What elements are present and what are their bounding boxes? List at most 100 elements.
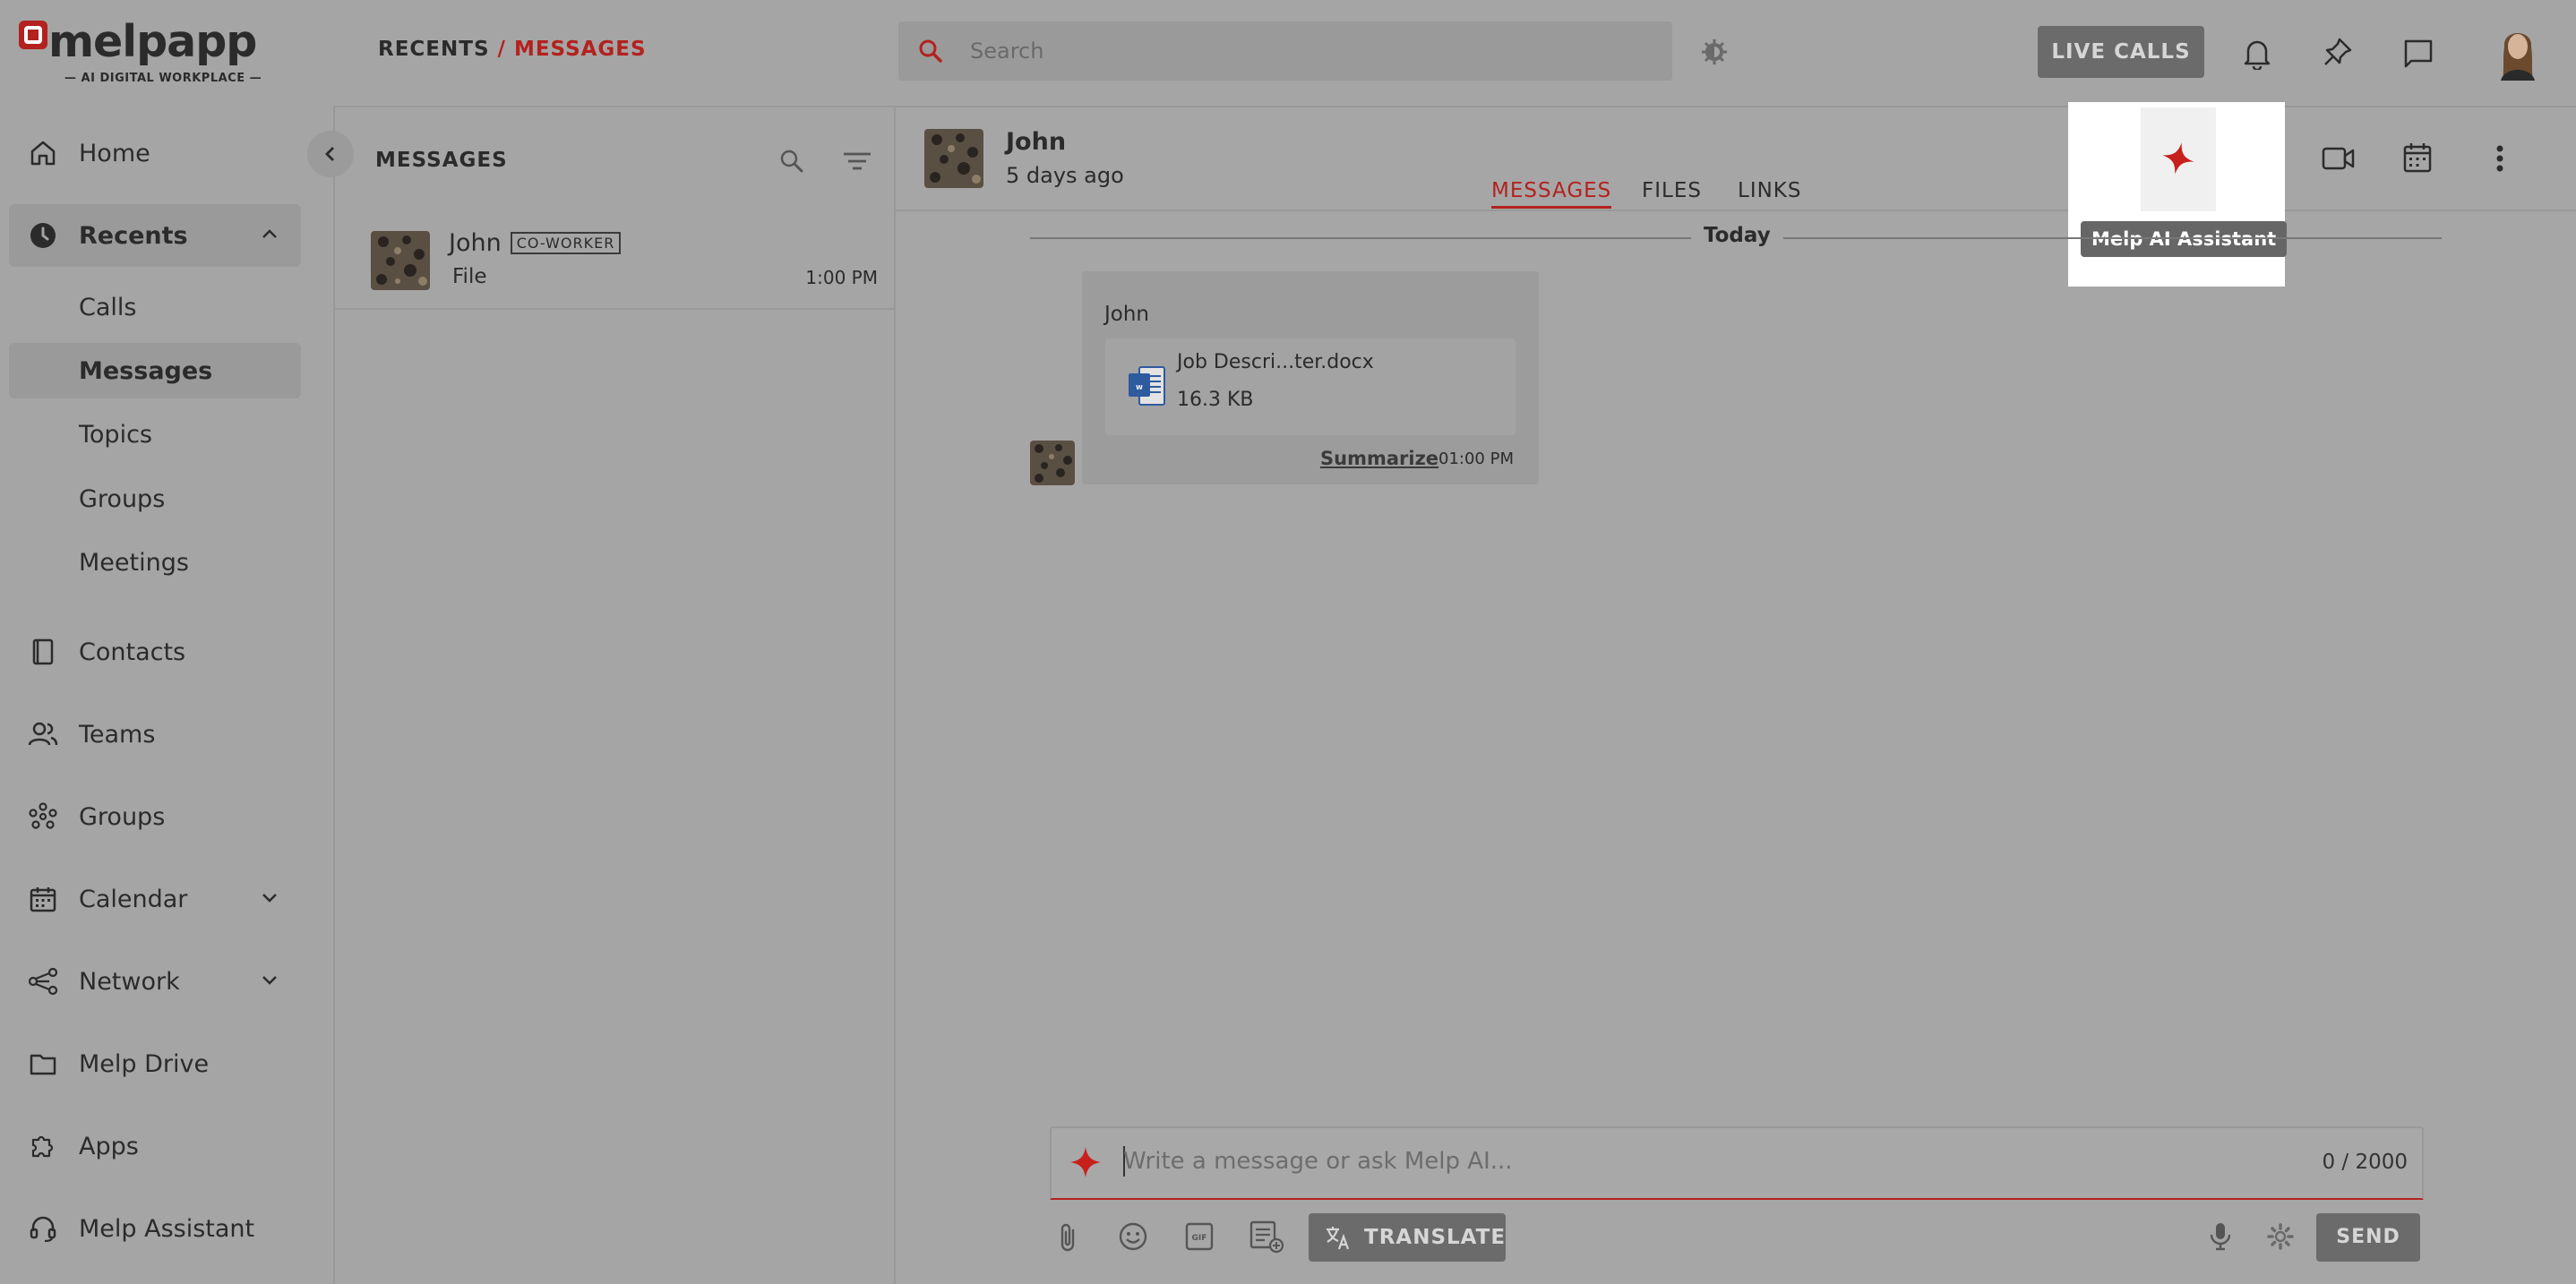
bell-icon[interactable] xyxy=(2241,36,2273,70)
message-input[interactable]: Write a message or ask Melp AI... 0 / 20… xyxy=(1050,1126,2424,1200)
translate-button[interactable]: TRANSLATE xyxy=(1309,1213,1506,1262)
sidebar-item-contacts[interactable]: Contacts xyxy=(9,621,301,683)
video-call-icon[interactable] xyxy=(2322,143,2356,174)
sidebar-item-label: Groups xyxy=(79,802,166,831)
conversation-name: John xyxy=(449,229,502,257)
gif-icon[interactable]: GIF xyxy=(1184,1221,1215,1252)
network-icon xyxy=(27,965,59,997)
chevron-down-icon[interactable] xyxy=(260,887,279,907)
sidebar-item-recents[interactable]: Recents xyxy=(9,204,301,267)
translate-label: TRANSLATE xyxy=(1364,1226,1507,1249)
pin-icon[interactable] xyxy=(2322,36,2354,70)
sidebar-item-network[interactable]: Network xyxy=(9,950,301,1013)
sidebar-subitem-topics[interactable]: Topics xyxy=(9,407,301,462)
sidebar-item-teams[interactable]: Teams xyxy=(9,703,301,766)
sidebar-subitem-label: Messages xyxy=(79,356,213,385)
more-options-icon[interactable] xyxy=(2486,143,2513,174)
breadcrumb: RECENTS / MESSAGES xyxy=(378,38,647,61)
template-icon[interactable] xyxy=(1249,1220,1284,1254)
svg-text:W: W xyxy=(1136,384,1143,391)
sidebar-item-calendar[interactable]: Calendar xyxy=(9,868,301,930)
groups-icon xyxy=(27,800,59,833)
sidebar-subitem-meetings[interactable]: Meetings xyxy=(9,535,301,590)
theme-toggle-icon[interactable] xyxy=(1698,36,1730,68)
search-icon[interactable] xyxy=(777,147,806,175)
paperclip-icon[interactable] xyxy=(1055,1221,1082,1254)
conversation-time: 1:00 PM xyxy=(805,267,878,288)
sidebar-subitem-label: Groups xyxy=(79,484,166,513)
collapse-sidebar-button[interactable] xyxy=(307,131,354,177)
chat-contact-avatar[interactable] xyxy=(924,129,983,188)
sparkle-icon xyxy=(2160,141,2196,176)
calendar-icon xyxy=(27,883,59,915)
chevron-down-icon[interactable] xyxy=(260,970,279,989)
chat-contact-name[interactable]: John xyxy=(1006,128,1066,156)
tab-links[interactable]: LINKS xyxy=(1738,179,1801,202)
settings-icon[interactable] xyxy=(2266,1222,2295,1251)
schedule-icon[interactable] xyxy=(2402,141,2433,174)
sidebar-item-melp-drive[interactable]: Melp Drive xyxy=(9,1032,301,1095)
live-calls-button[interactable]: LIVE CALLS xyxy=(2038,26,2204,78)
sparkle-icon[interactable] xyxy=(1069,1146,1102,1178)
ai-assistant-button[interactable] xyxy=(2141,107,2216,211)
sidebar-item-label: Melp Assistant xyxy=(79,1214,255,1243)
sidebar-item-label: Recents xyxy=(79,221,188,250)
sidebar-item-apps[interactable]: Apps xyxy=(9,1115,301,1177)
day-separator-label: Today xyxy=(1691,222,1783,249)
sidebar-item-label: Teams xyxy=(79,720,156,749)
breadcrumb-separator: / xyxy=(489,38,514,61)
message-placeholder: Write a message or ask Melp AI... xyxy=(1123,1148,1513,1175)
home-icon xyxy=(27,137,59,169)
breadcrumb-root[interactable]: RECENTS xyxy=(378,38,490,61)
puzzle-icon xyxy=(27,1130,59,1162)
tab-messages[interactable]: MESSAGES xyxy=(1491,179,1612,209)
chat-icon[interactable] xyxy=(2402,38,2434,70)
file-attachment[interactable]: W Job Descri...ter.docx 16.3 KB xyxy=(1105,338,1516,435)
conversation-item[interactable]: John CO-WORKER File 1:00 PM xyxy=(335,211,894,310)
sidebar-item-melp-assistant[interactable]: Melp Assistant xyxy=(9,1197,301,1260)
search-input[interactable]: Search xyxy=(898,21,1672,81)
breadcrumb-current: MESSAGES xyxy=(513,38,647,61)
summarize-link[interactable]: Summarize xyxy=(1320,448,1438,469)
sidebar-item-groups[interactable]: Groups xyxy=(9,785,301,848)
emoji-icon[interactable] xyxy=(1118,1221,1148,1252)
contact-avatar xyxy=(371,231,430,290)
chevron-up-icon xyxy=(260,224,279,244)
sidebar-item-label: Contacts xyxy=(79,638,186,666)
sidebar-item-home[interactable]: Home xyxy=(9,122,301,184)
sidebar-subitem-label: Meetings xyxy=(79,548,189,577)
contacts-icon xyxy=(27,636,59,668)
sidebar-item-label: Network xyxy=(79,967,180,996)
chat-header-divider xyxy=(896,210,2576,211)
message-sender-avatar[interactable] xyxy=(1030,441,1075,485)
folder-icon xyxy=(27,1048,59,1080)
sort-icon[interactable] xyxy=(842,147,872,175)
conversation-title: John CO-WORKER xyxy=(449,229,622,257)
panel-title: MESSAGES xyxy=(375,149,508,172)
sidebar-subitem-label: Topics xyxy=(79,420,152,449)
chevron-left-icon xyxy=(322,145,339,163)
user-avatar[interactable] xyxy=(2492,20,2544,81)
clock-icon xyxy=(27,219,59,252)
sidebar-subitem-calls[interactable]: Calls xyxy=(9,279,301,335)
message-time: 01:00 PM xyxy=(1438,449,1514,468)
tab-files[interactable]: FILES xyxy=(1642,179,1702,202)
sidebar-item-label: Calendar xyxy=(79,885,188,913)
chat-last-seen: 5 days ago xyxy=(1006,163,1124,188)
logo-tagline: — AI DIGITAL WORKPLACE — xyxy=(64,72,262,85)
file-size: 16.3 KB xyxy=(1177,389,1254,411)
sidebar-subitem-groups[interactable]: Groups xyxy=(9,471,301,526)
conversation-preview: File xyxy=(452,265,487,288)
sidebar-item-label: Apps xyxy=(79,1132,139,1160)
sidebar: melpapp — AI DIGITAL WORKPLACE — Home Re… xyxy=(0,0,335,1284)
search-placeholder: Search xyxy=(970,39,1044,64)
microphone-icon[interactable] xyxy=(2207,1221,2234,1252)
sidebar-subitem-messages[interactable]: Messages xyxy=(9,343,301,398)
logo-text: melpapp xyxy=(48,16,257,67)
tooltip: Melp AI Assistant xyxy=(2081,221,2288,257)
message-sender: John xyxy=(1104,303,1150,326)
sidebar-item-label: Home xyxy=(79,139,150,167)
send-button[interactable]: SEND xyxy=(2316,1213,2420,1262)
search-icon xyxy=(916,37,945,65)
character-counter: 0 / 2000 xyxy=(2322,1151,2408,1174)
